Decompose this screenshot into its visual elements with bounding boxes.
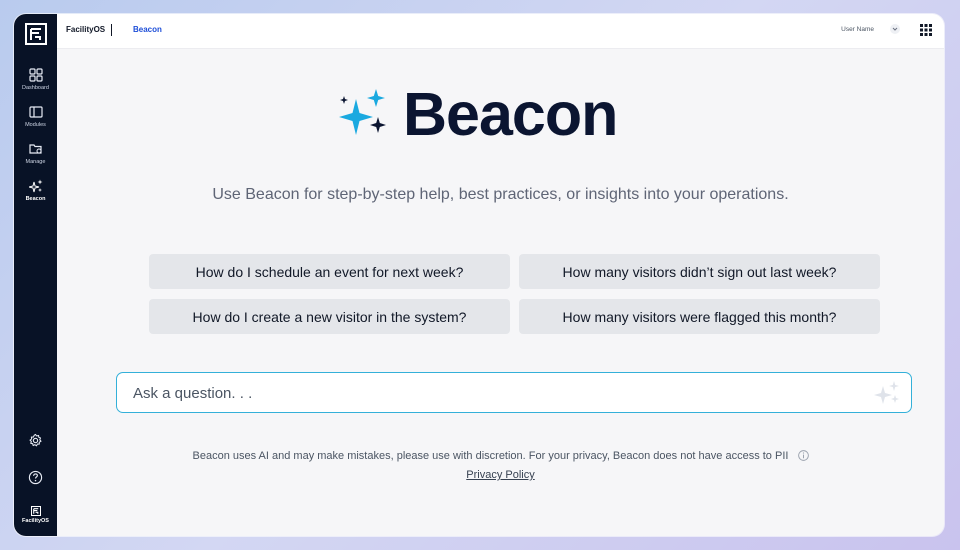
facilityos-logo-icon[interactable] [25,23,47,45]
app-window: Dashboard Modules Manage Beacon Facility… [14,14,944,536]
hero-header: Beacon [337,79,618,149]
sidebar-item-modules[interactable]: Modules [14,105,57,137]
user-menu-toggle[interactable] [890,24,900,34]
manage-folder-gear-icon [28,144,42,154]
chevron-down-icon [892,27,898,31]
ai-sparkle-submit-icon[interactable] [874,380,901,407]
sidebar-item-dashboard[interactable]: Dashboard [14,68,57,100]
modules-window-icon [28,106,43,118]
ai-disclaimer-text: Beacon uses AI and may make mistakes, pl… [192,450,789,462]
app-brand-name: FacilityOS [66,25,106,34]
info-icon[interactable] [797,450,809,461]
beacon-sparkle-icon [339,89,386,135]
sidebar-item-label: Dashboard [22,85,49,91]
top-bar: FacilityOS Beacon User Name [57,14,944,49]
sidebar-item-label: Modules [25,122,46,128]
sparkle-icon [28,179,42,193]
ask-question-box [116,372,912,414]
ask-question-input[interactable] [131,373,855,414]
sidebar: Dashboard Modules Manage Beacon Facility… [14,14,57,536]
suggestion-chip[interactable]: How many visitors were flagged this mont… [519,299,880,334]
suggestion-chip[interactable]: How do I create a new visitor in the sys… [149,299,510,334]
sidebar-brand: FacilityOS [14,506,57,524]
main-content: Beacon Use Beacon for step-by-step help,… [57,49,944,536]
sidebar-item-beacon[interactable]: Beacon [14,179,57,211]
sidebar-item-label: Manage [25,159,46,165]
app-launcher-grid-icon[interactable] [920,24,932,36]
page-title: Beacon [403,80,618,148]
help-circle-icon[interactable] [28,470,43,485]
user-menu-name[interactable]: User Name [841,26,874,33]
sidebar-brand-label: FacilityOS [22,518,49,524]
privacy-policy-link[interactable]: Privacy Policy [466,469,534,481]
brand-divider [111,24,112,36]
facilityos-small-logo-icon [30,506,41,516]
ai-disclaimer: Beacon uses AI and may make mistakes, pl… [57,450,944,462]
settings-gear-icon[interactable] [28,433,43,448]
privacy-row: Privacy Policy [57,469,944,481]
breadcrumb-current[interactable]: Beacon [133,25,162,34]
suggestion-chip[interactable]: How many visitors didn’t sign out last w… [519,254,880,289]
sidebar-item-label: Beacon [25,196,46,202]
page-subtitle: Use Beacon for step-by-step help, best p… [212,186,789,203]
sidebar-item-manage[interactable]: Manage [14,142,57,174]
dashboard-grid-icon [28,68,43,82]
suggestion-chip[interactable]: How do I schedule an event for next week… [149,254,510,289]
